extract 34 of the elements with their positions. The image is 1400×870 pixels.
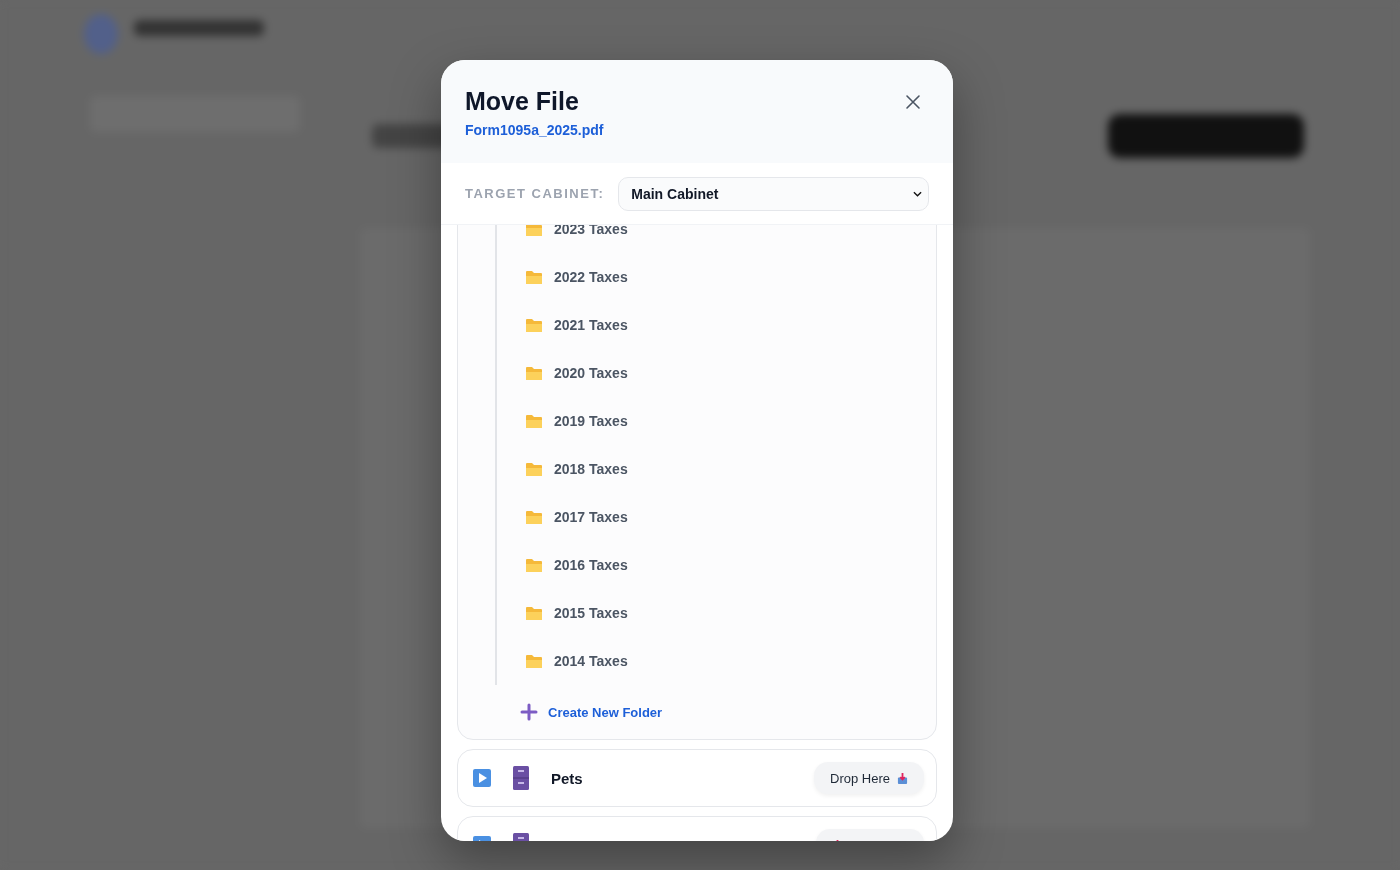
- folder-icon: [525, 413, 543, 429]
- play-icon[interactable]: [473, 769, 491, 787]
- chevron-down-icon: [913, 190, 922, 197]
- folder-item[interactable]: 2022 Taxes: [497, 253, 642, 301]
- close-icon[interactable]: [905, 94, 921, 110]
- folder-item[interactable]: 2020 Taxes: [497, 349, 642, 397]
- plus-icon: [520, 703, 538, 721]
- folder-icon: [525, 509, 543, 525]
- folder-item[interactable]: 2019 Taxes: [497, 397, 642, 445]
- dialog-title: Move File: [465, 86, 580, 116]
- target-cabinet-label: TARGET CABINET:: [465, 186, 605, 201]
- cabinet-select[interactable]: Main Cabinet: [618, 176, 929, 211]
- folder-item[interactable]: 2021 Taxes: [497, 301, 642, 349]
- folder-item[interactable]: 2018 Taxes: [497, 445, 642, 493]
- create-folder-link[interactable]: Create New Folder: [520, 703, 663, 721]
- folder-icon: [525, 269, 543, 285]
- folder-icon: [525, 605, 543, 621]
- folder-icon: [525, 365, 543, 381]
- drop-here-button[interactable]: Drop Here: [814, 762, 924, 794]
- folder-item[interactable]: 2014 Taxes: [497, 637, 642, 685]
- folder-icon: [525, 225, 543, 237]
- folder-item[interactable]: 2023 Taxes: [497, 225, 642, 253]
- folder-icon: [525, 317, 543, 333]
- folder-icon: [525, 461, 543, 477]
- folder-item[interactable]: 2015 Taxes: [497, 589, 642, 637]
- folder-item[interactable]: 2016 Taxes: [497, 541, 642, 589]
- folder-icon: [525, 557, 543, 573]
- inbox-tray-icon: [897, 771, 908, 785]
- cabinet-name: Pets: [551, 769, 583, 787]
- file-cabinet-icon: [513, 766, 529, 790]
- file-name: Form1095a_2025.pdf: [465, 122, 604, 138]
- folder-icon: [525, 653, 543, 669]
- cabinet-card[interactable]: Pets Drop Here: [457, 749, 937, 807]
- folder-item[interactable]: 2017 Taxes: [497, 493, 642, 541]
